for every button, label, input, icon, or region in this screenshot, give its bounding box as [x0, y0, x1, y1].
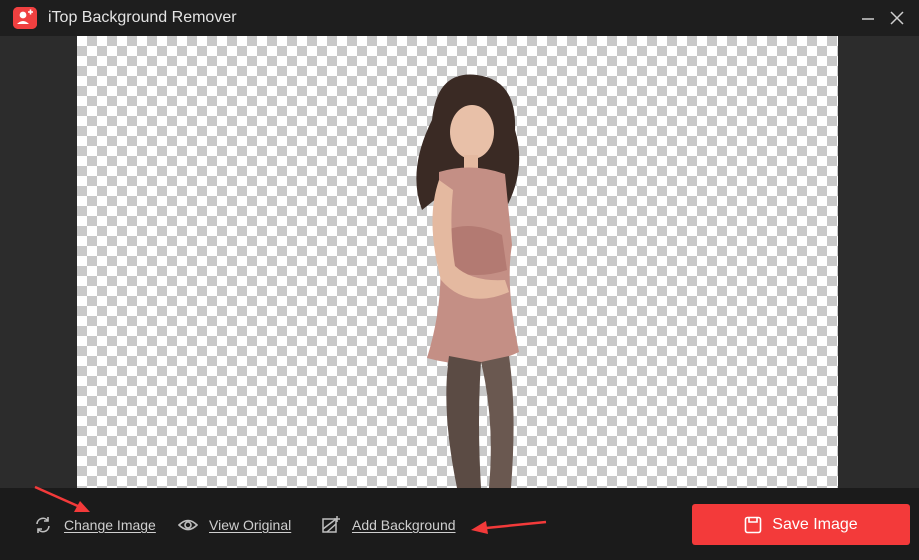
refresh-icon [33, 515, 53, 535]
save-icon [744, 516, 762, 534]
cutout-image [416, 74, 520, 488]
app-logo-icon [13, 7, 37, 29]
transparent-preview [77, 36, 838, 488]
app-title: iTop Background Remover [48, 9, 237, 26]
minimize-icon[interactable] [858, 8, 878, 28]
change-image-button[interactable]: Change Image [33, 515, 156, 535]
close-icon[interactable] [887, 8, 907, 28]
image-add-icon [321, 515, 341, 535]
view-original-button[interactable]: View Original [177, 515, 292, 535]
canvas-area [0, 36, 919, 488]
save-image-button[interactable]: Save Image [692, 504, 910, 545]
title-bar: iTop Background Remover [0, 0, 919, 36]
add-background-label: Add Background [352, 517, 456, 533]
change-image-label: Change Image [64, 517, 156, 533]
bottom-toolbar: Change Image View Original Add Backgroun… [0, 488, 919, 560]
save-image-label: Save Image [772, 515, 858, 533]
add-background-button[interactable]: Add Background [321, 515, 456, 535]
eye-icon [177, 515, 199, 535]
view-original-label: View Original [209, 517, 292, 533]
